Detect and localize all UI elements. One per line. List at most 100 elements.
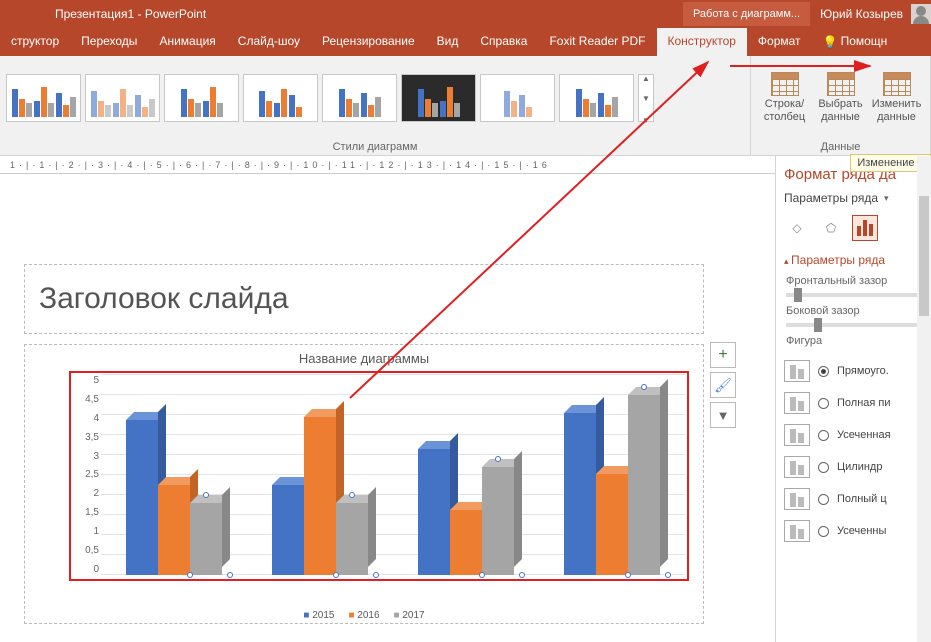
chart-bars[interactable]	[101, 375, 685, 575]
chart-bar[interactable]	[126, 420, 158, 575]
chart-styles-button[interactable]: 🖌	[710, 372, 736, 398]
shape-label: Усеченная	[837, 429, 891, 441]
tab-slideshow[interactable]: Слайд-шоу	[227, 28, 311, 56]
shape-label: Цилиндр	[837, 461, 882, 473]
arrow-down-icon	[642, 88, 650, 106]
chart-filters-button[interactable]: ▼	[710, 402, 736, 428]
switch-row-column-button[interactable]: Строка/ столбец	[759, 72, 811, 122]
slider-front-gap[interactable]	[786, 293, 921, 297]
format-pane: Изменение д Формат ряда да Параметры ряд…	[775, 156, 931, 642]
chart-styles-more-button[interactable]	[638, 74, 654, 122]
chart-style-8[interactable]	[559, 74, 634, 122]
tab-help[interactable]: Справка	[469, 28, 538, 56]
radio-icon	[818, 430, 829, 441]
pane-tab-fill-icon[interactable]	[784, 215, 810, 241]
label-side-gap: Боковой зазор	[786, 305, 860, 317]
slide-title-placeholder[interactable]: Заголовок слайда	[24, 264, 704, 334]
tab-chart-format[interactable]: Формат	[747, 28, 812, 56]
shape-option[interactable]: Цилиндр	[784, 451, 923, 483]
arrow-up-icon	[642, 68, 650, 86]
chart-bar[interactable]	[628, 395, 660, 575]
edit-data-button[interactable]: Изменить данные	[871, 72, 923, 122]
chart-bar[interactable]	[564, 413, 596, 575]
shape-option[interactable]: Полная пи	[784, 387, 923, 419]
radio-icon	[818, 494, 829, 505]
shape-option[interactable]: Прямоуго.	[784, 355, 923, 387]
chart-bar[interactable]	[596, 474, 628, 575]
shape-thumb-icon	[784, 488, 810, 510]
chart-bar[interactable]	[336, 503, 368, 575]
arrow-down-icon	[642, 110, 650, 128]
slider-side-gap[interactable]	[786, 323, 921, 327]
chart-elements-button[interactable]: +	[710, 342, 736, 368]
chart-plot-area[interactable]: 54,543,532,521,510,50	[75, 375, 685, 575]
chart-style-2[interactable]	[85, 74, 160, 122]
radio-icon	[818, 462, 829, 473]
radio-icon	[818, 366, 829, 377]
section-series-options[interactable]: Параметры ряда	[776, 247, 931, 271]
chart-style-4[interactable]	[243, 74, 318, 122]
chart-bar[interactable]	[450, 510, 482, 575]
legend-item-2016[interactable]: 2016	[348, 610, 379, 621]
group-label-data: Данные	[751, 139, 930, 155]
chart-title[interactable]: Название диаграммы	[25, 345, 703, 372]
shape-option[interactable]: Усеченная	[784, 419, 923, 451]
pane-options-dropdown[interactable]: Параметры ряда	[776, 187, 931, 209]
shape-thumb-icon	[784, 360, 810, 382]
tab-transitions[interactable]: Переходы	[70, 28, 148, 56]
chart-bar[interactable]	[272, 485, 304, 575]
shape-option[interactable]: Усеченны	[784, 515, 923, 547]
chart-style-1[interactable]	[6, 74, 81, 122]
chart-legend[interactable]: 2015 2016 2017	[25, 610, 703, 621]
shape-label: Усеченны	[837, 525, 886, 537]
chart-bar[interactable]	[482, 467, 514, 575]
tab-animation[interactable]: Анимация	[148, 28, 226, 56]
ribbon: Стили диаграмм Строка/ столбец Выбрать д…	[0, 56, 931, 156]
user-avatar-icon[interactable]	[911, 4, 931, 24]
grid-icon	[883, 72, 911, 96]
chart-bar[interactable]	[418, 449, 450, 575]
slide-title-text: Заголовок слайда	[39, 282, 289, 316]
chart-style-6[interactable]	[401, 74, 476, 122]
tab-designer-partial[interactable]: структор	[0, 28, 70, 56]
radio-icon	[818, 526, 829, 537]
chart-bar[interactable]	[190, 503, 222, 575]
shape-thumb-icon	[784, 456, 810, 478]
chart-bar[interactable]	[158, 485, 190, 575]
shape-thumb-icon	[784, 392, 810, 414]
tab-review[interactable]: Рецензирование	[311, 28, 426, 56]
shape-thumb-icon	[784, 520, 810, 542]
document-title: Презентация1 - PowerPoint	[0, 7, 206, 21]
grid-icon	[771, 72, 799, 96]
grid-icon	[827, 72, 855, 96]
tab-chart-design[interactable]: Конструктор	[657, 28, 747, 56]
shape-thumb-icon	[784, 424, 810, 446]
tell-me[interactable]: Помощн	[812, 28, 899, 56]
ribbon-tabs: структор Переходы Анимация Слайд-шоу Рец…	[0, 28, 931, 56]
y-axis: 54,543,532,521,510,50	[75, 375, 99, 575]
chart-object[interactable]: Название диаграммы 54,543,532,521,510,50…	[24, 344, 704, 624]
shape-option[interactable]: Полный ц	[784, 483, 923, 515]
radio-icon	[818, 398, 829, 409]
pane-scrollbar[interactable]	[917, 156, 931, 642]
label-front-gap: Фронтальный зазор	[786, 275, 887, 287]
group-label-styles: Стили диаграмм	[0, 139, 750, 155]
label-shape: Фигура	[776, 331, 931, 351]
lightbulb-icon	[823, 35, 837, 49]
chart-style-7[interactable]	[480, 74, 555, 122]
select-data-button[interactable]: Выбрать данные	[815, 72, 867, 122]
shape-label: Полная пи	[837, 397, 891, 409]
shape-label: Полный ц	[837, 493, 887, 505]
pane-tab-effects-icon[interactable]	[818, 215, 844, 241]
chart-style-3[interactable]	[164, 74, 239, 122]
pane-tab-series-icon[interactable]	[852, 215, 878, 241]
tab-view[interactable]: Вид	[426, 28, 470, 56]
chart-tools-context-tab[interactable]: Работа с диаграмм...	[683, 2, 810, 26]
legend-item-2017[interactable]: 2017	[394, 610, 425, 621]
chart-bar[interactable]	[304, 417, 336, 575]
legend-item-2015[interactable]: 2015	[303, 610, 334, 621]
user-name[interactable]: Юрий Козырев	[810, 7, 907, 21]
tab-foxit[interactable]: Foxit Reader PDF	[538, 28, 656, 56]
slide-canvas: Заголовок слайда Название диаграммы 54,5…	[0, 174, 775, 642]
chart-style-5[interactable]	[322, 74, 397, 122]
